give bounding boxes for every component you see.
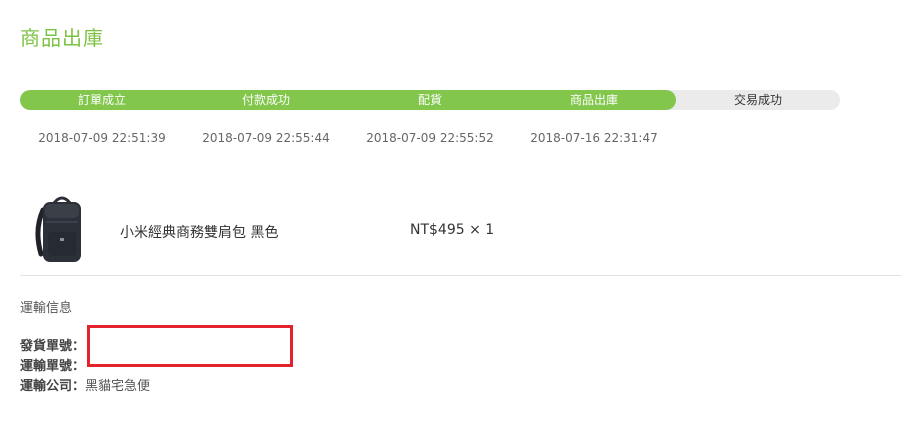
redaction-box: [87, 325, 293, 367]
progress-steps: 訂單成立 付款成功 配貨 商品出庫 交易成功: [20, 90, 840, 110]
shipping-info-heading: 運輸信息: [20, 301, 73, 316]
carrier-label: 運輸公司：: [20, 379, 86, 394]
step-timestamps: 2018-07-09 22:51:39 2018-07-09 22:55:44 …: [20, 131, 676, 145]
order-status-page: 商品出庫 訂單成立 付款成功 配貨 商品出庫 交易成功 2018-07-09 2…: [0, 0, 919, 423]
timestamp-shipped: 2018-07-16 22:31:47: [530, 131, 658, 145]
step-transaction-complete: 交易成功: [733, 93, 782, 107]
timestamp-order-created: 2018-07-09 22:51:39: [38, 131, 166, 145]
step-shipped: 商品出庫: [569, 93, 618, 107]
tracking-number-label: 運輸單號：: [20, 359, 86, 374]
carrier-value: 黑貓宅急便: [85, 379, 151, 394]
backpack-icon[interactable]: [30, 194, 94, 264]
dispatch-number-label: 發貨單號：: [20, 339, 86, 354]
carrier-row: 運輸公司：黑貓宅急便: [20, 377, 150, 397]
timestamp-allocation: 2018-07-09 22:55:52: [366, 131, 494, 145]
step-payment-success: 付款成功: [241, 93, 290, 107]
timestamp-payment-success: 2018-07-09 22:55:44: [202, 131, 330, 145]
page-title: 商品出庫: [20, 26, 104, 50]
product-name[interactable]: 小米經典商務雙肩包 黑色: [120, 222, 278, 242]
step-order-created: 訂單成立: [77, 93, 126, 107]
step-allocation: 配貨: [417, 93, 442, 107]
section-divider: [20, 275, 902, 276]
order-item: 小米經典商務雙肩包 黑色 NT$495 × 1: [20, 188, 902, 274]
product-price-quantity: NT$495 × 1: [410, 222, 495, 238]
